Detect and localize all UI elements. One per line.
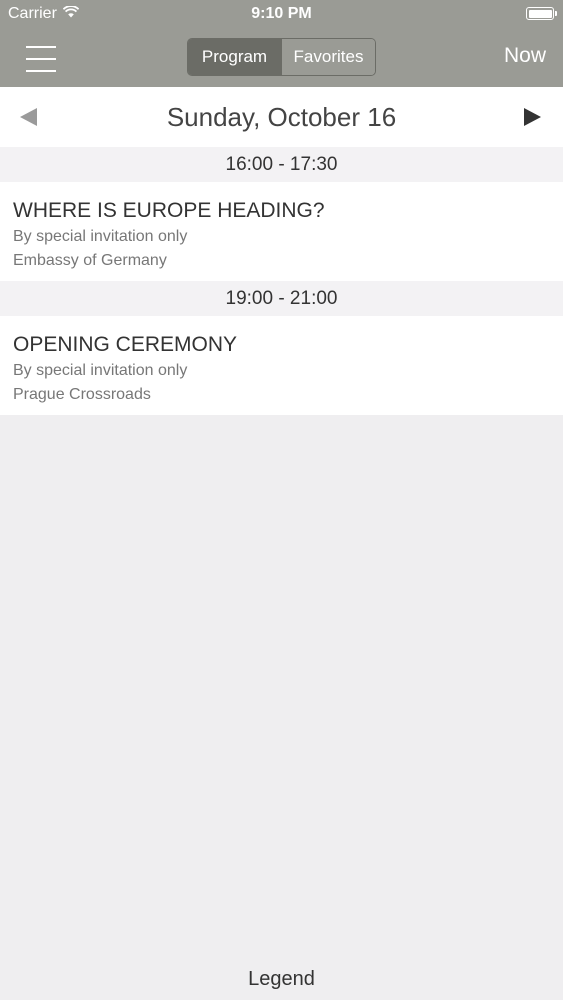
nav-bar: Program Favorites Now: [0, 30, 563, 87]
view-segmented-control: Program Favorites: [187, 38, 376, 76]
event-title: OPENING CEREMONY: [13, 333, 238, 356]
hamburger-menu-icon[interactable]: [24, 42, 58, 76]
status-bar: Carrier 9:10 PM: [0, 0, 563, 30]
time-slot-header: 16:00 - 17:30: [0, 147, 563, 182]
battery-icon: [526, 7, 557, 20]
status-time: 9:10 PM: [251, 5, 312, 22]
event-location: Embassy of Germany: [13, 252, 167, 269]
legend-button[interactable]: Legend: [0, 968, 563, 991]
time-slot-header: 19:00 - 21:00: [0, 281, 563, 316]
event-location: Prague Crossroads: [13, 386, 151, 403]
tab-program[interactable]: Program: [188, 39, 281, 75]
event-item[interactable]: OPENING CEREMONY By special invitation o…: [0, 316, 563, 415]
event-access: By special invitation only: [13, 362, 188, 379]
event-item[interactable]: WHERE IS EUROPE HEADING? By special invi…: [0, 182, 563, 281]
triangle-right-icon[interactable]: [524, 108, 541, 126]
date-title: Sunday, October 16: [166, 102, 397, 132]
battery-level: [528, 9, 552, 18]
now-button[interactable]: Now: [504, 44, 546, 68]
tab-favorites[interactable]: Favorites: [281, 39, 375, 75]
event-access: By special invitation only: [13, 228, 188, 245]
date-selector: Sunday, October 16: [0, 87, 563, 147]
event-title: WHERE IS EUROPE HEADING?: [13, 199, 325, 222]
